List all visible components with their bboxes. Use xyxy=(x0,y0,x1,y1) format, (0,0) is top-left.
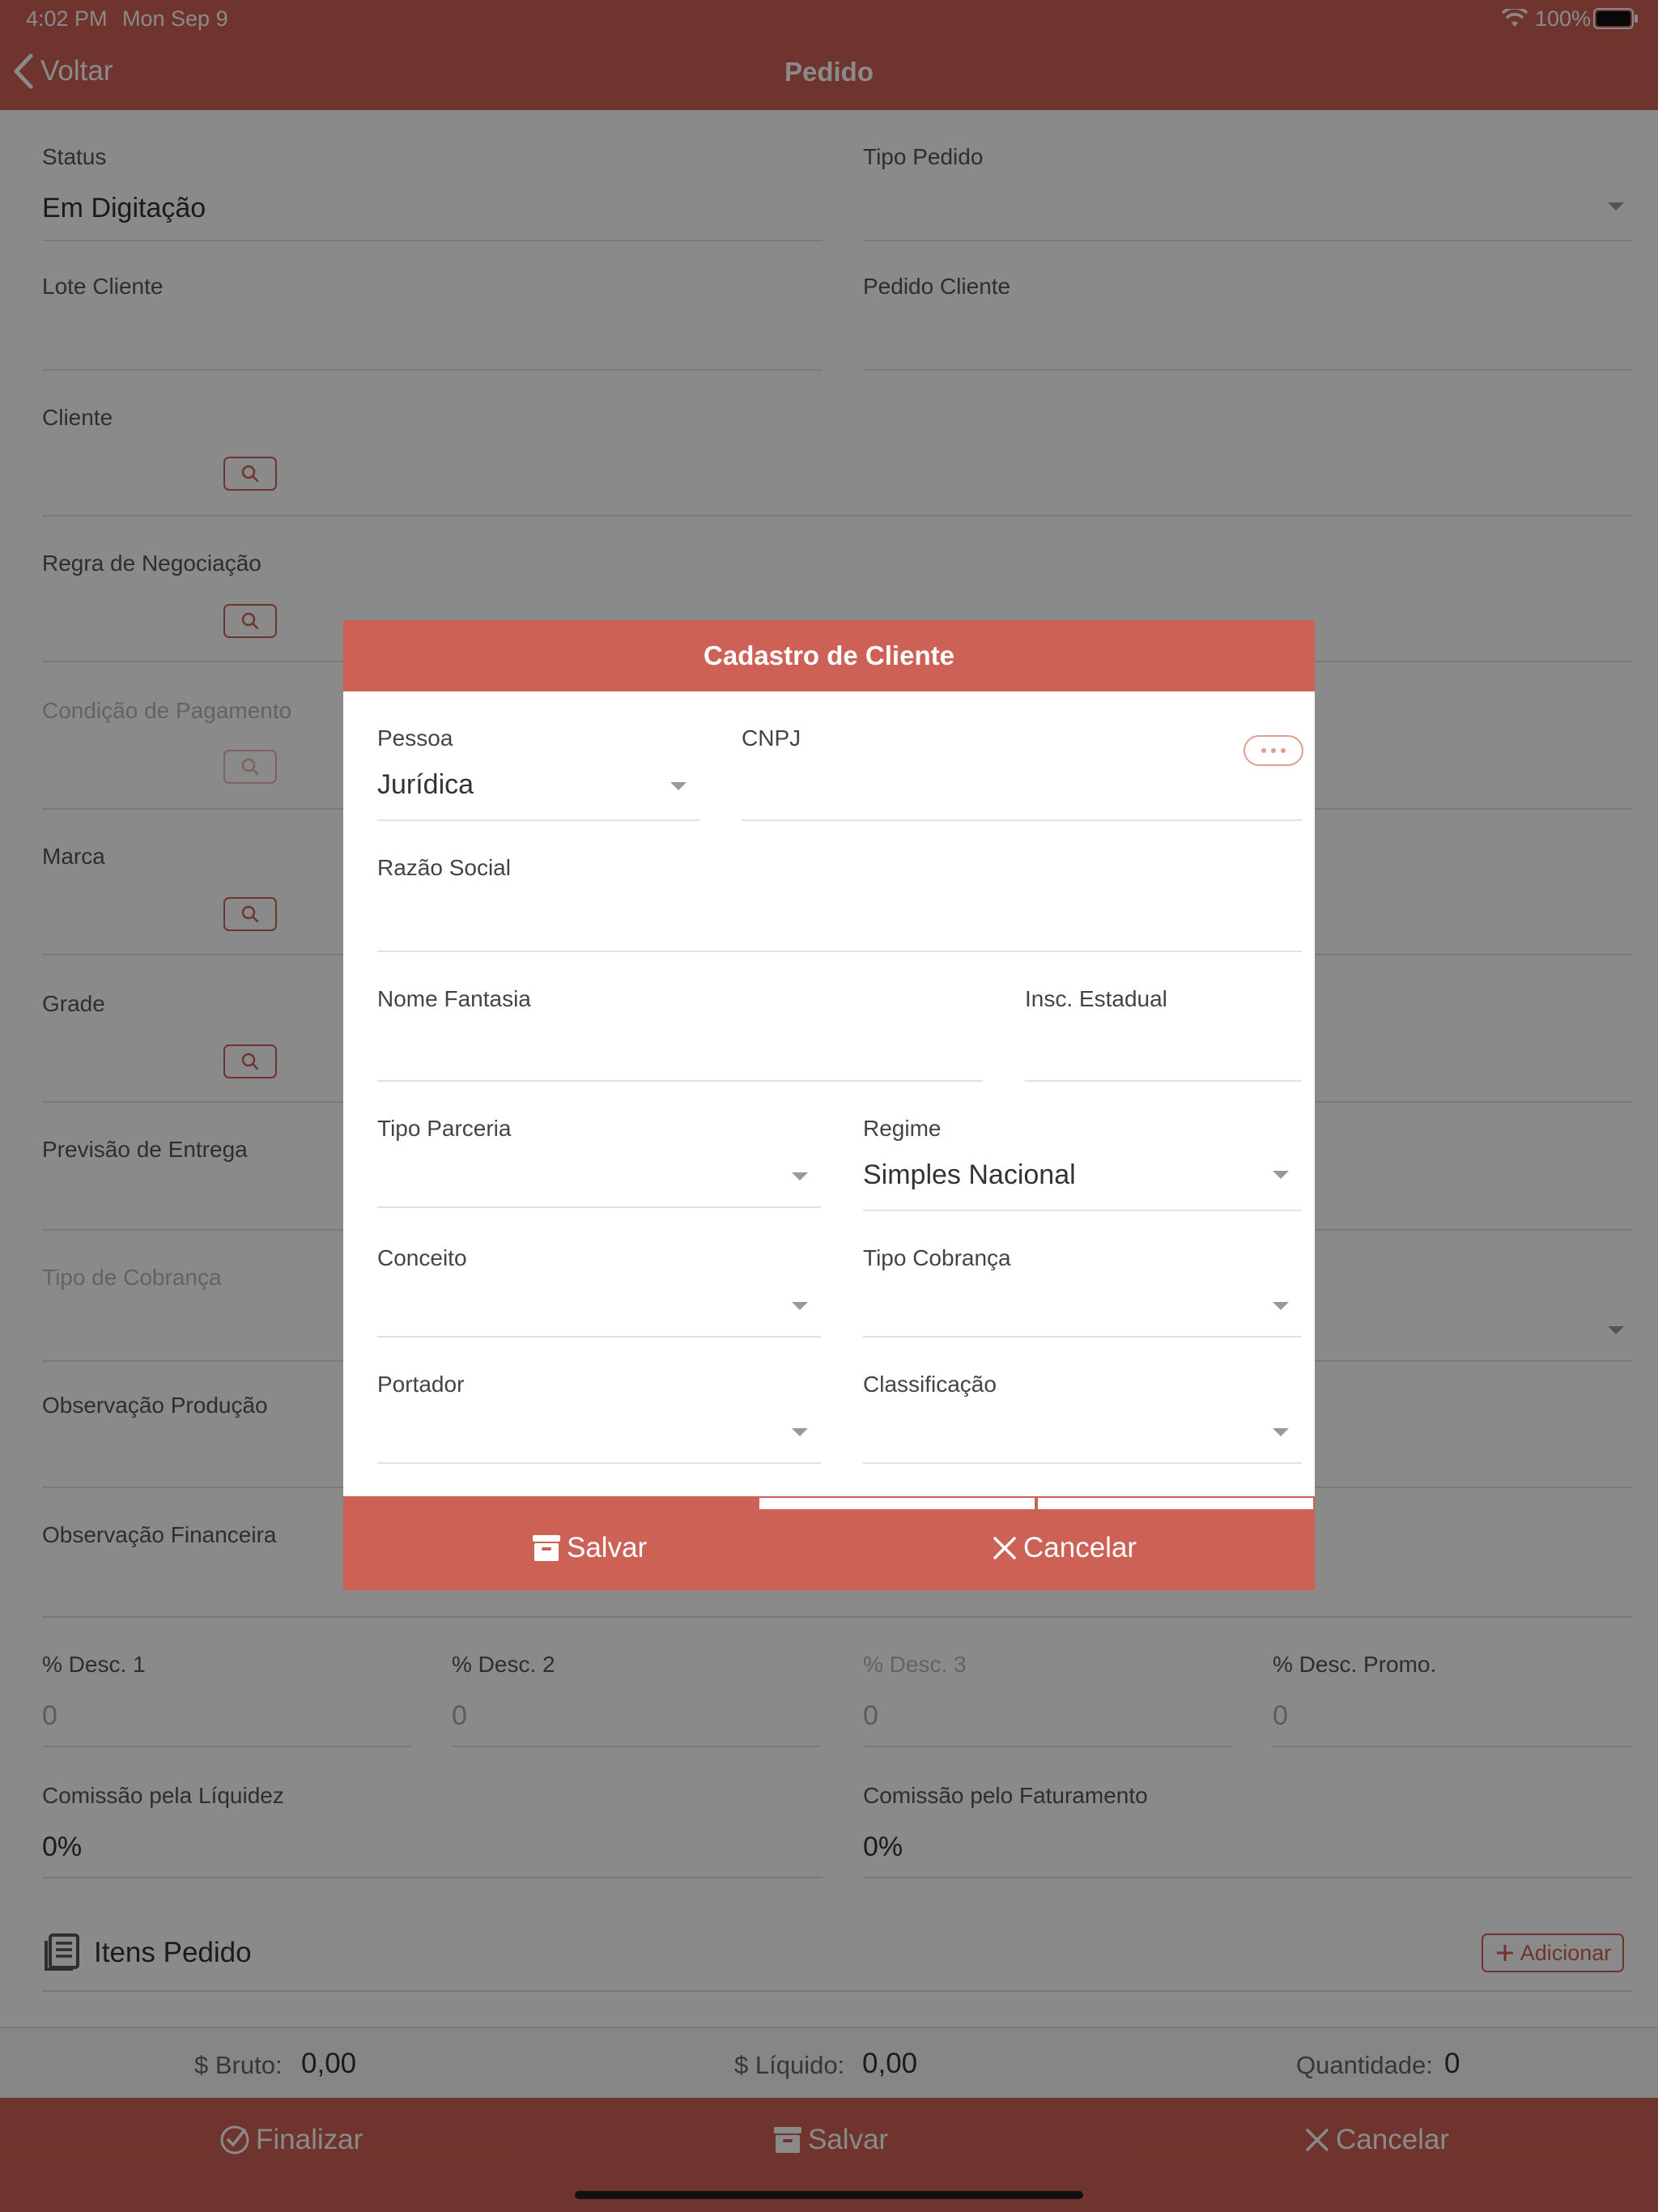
modal-cancelar-label: Cancelar xyxy=(1023,1532,1137,1563)
divider xyxy=(742,819,1302,821)
pessoa-value: Jurídica xyxy=(377,769,474,800)
cnpj-input[interactable] xyxy=(742,758,1300,819)
pessoa-select[interactable]: Jurídica xyxy=(377,758,699,819)
modal-cancelar-button[interactable]: Cancelar xyxy=(991,1532,1137,1564)
divider xyxy=(1025,1080,1302,1082)
tab-2[interactable] xyxy=(758,1496,1036,1509)
divider xyxy=(377,1336,821,1338)
chevron-down-icon xyxy=(670,782,687,790)
dot-icon xyxy=(1271,748,1276,753)
divider xyxy=(863,1210,1302,1211)
address-tabs xyxy=(343,1496,1315,1509)
divider xyxy=(377,1462,821,1464)
divider xyxy=(377,1080,983,1082)
regime-label: Regime xyxy=(863,1116,942,1141)
tipo-cobranca-modal-label: Tipo Cobrança xyxy=(863,1245,1011,1270)
razao-social-label: Razão Social xyxy=(377,855,511,880)
chevron-down-icon xyxy=(1273,1428,1289,1436)
divider xyxy=(377,1206,821,1208)
chevron-down-icon xyxy=(792,1428,808,1436)
tipo-parceria-select[interactable] xyxy=(377,1146,821,1206)
classificacao-label: Classificação xyxy=(863,1372,997,1397)
cnpj-label: CNPJ xyxy=(742,725,801,751)
razao-social-input[interactable] xyxy=(377,889,1302,951)
modal-footer: Salvar Cancelar xyxy=(343,1509,1315,1590)
tipo-cobranca-modal-select[interactable] xyxy=(863,1276,1302,1336)
chevron-down-icon xyxy=(792,1172,808,1180)
conceito-select[interactable] xyxy=(377,1276,821,1336)
nome-fantasia-input[interactable] xyxy=(377,1019,983,1080)
dot-icon xyxy=(1261,748,1266,753)
classificacao-select[interactable] xyxy=(863,1402,1302,1462)
insc-estadual-label: Insc. Estadual xyxy=(1025,986,1167,1011)
portador-select[interactable] xyxy=(377,1402,821,1462)
tab-endereco-principal[interactable] xyxy=(343,1496,758,1509)
divider xyxy=(863,1336,1302,1338)
dot-icon xyxy=(1281,748,1286,753)
tipo-parceria-label: Tipo Parceria xyxy=(377,1116,512,1141)
archive-icon xyxy=(533,1535,560,1561)
nome-fantasia-label: Nome Fantasia xyxy=(377,986,531,1011)
home-indicator[interactable] xyxy=(575,2191,1083,2199)
insc-estadual-input[interactable] xyxy=(1025,1019,1302,1080)
conceito-label: Conceito xyxy=(377,1245,467,1270)
modal-salvar-button[interactable]: Salvar xyxy=(531,1532,647,1564)
close-icon xyxy=(993,1537,1016,1559)
more-options-button[interactable] xyxy=(1244,735,1303,766)
chevron-down-icon xyxy=(1273,1302,1289,1310)
tab-3[interactable] xyxy=(1036,1496,1315,1509)
chevron-down-icon xyxy=(1273,1171,1289,1179)
modal-salvar-label: Salvar xyxy=(567,1532,648,1563)
portador-label: Portador xyxy=(377,1372,465,1397)
divider xyxy=(377,951,1302,952)
divider xyxy=(377,819,699,821)
chevron-down-icon xyxy=(792,1302,808,1310)
regime-value: Simples Nacional xyxy=(863,1159,1076,1190)
regime-select[interactable]: Simples Nacional xyxy=(863,1146,1302,1210)
cadastro-cliente-modal: Cadastro de Cliente Pessoa Jurídica CNPJ… xyxy=(343,620,1315,1590)
pessoa-label: Pessoa xyxy=(377,725,453,751)
modal-title: Cadastro de Cliente xyxy=(343,620,1315,691)
divider xyxy=(863,1462,1302,1464)
